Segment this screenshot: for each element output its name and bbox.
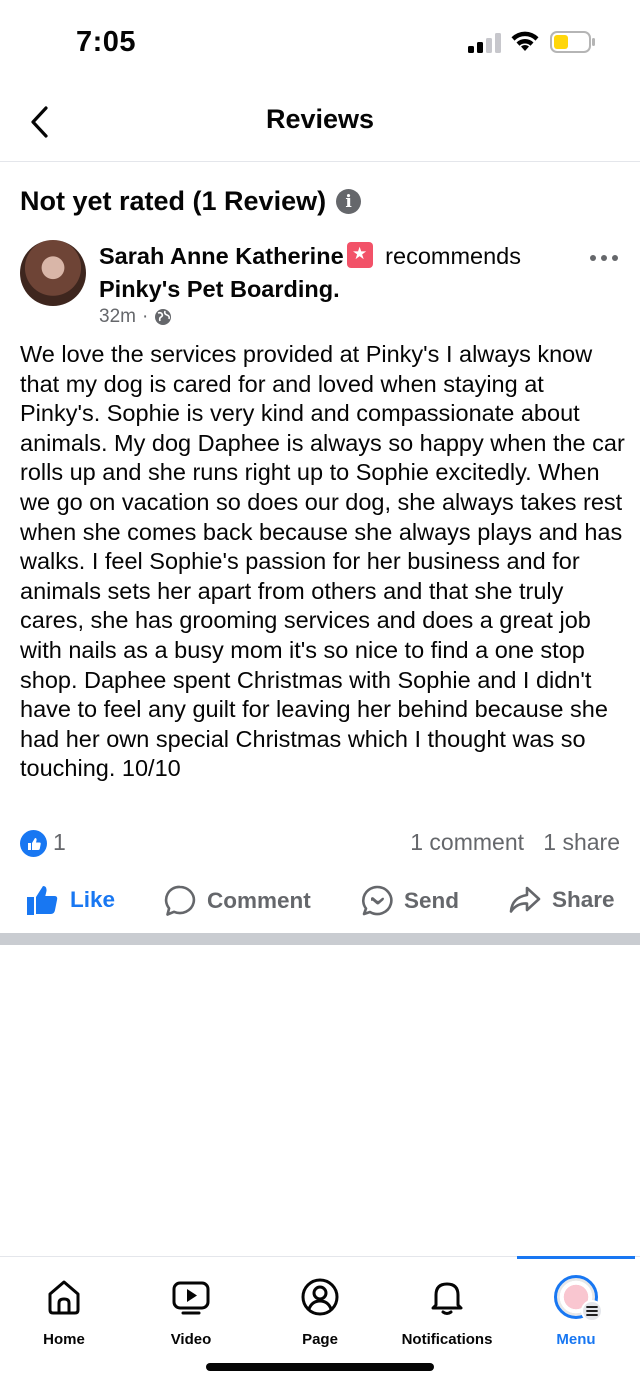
nav-page-label: Page [302,1331,338,1348]
send-label: Send [404,888,460,913]
comment-label: Comment [207,888,311,913]
wifi-icon [511,31,539,51]
avatar[interactable] [20,240,86,306]
rating-heading-text: Not yet rated (1 Review) [20,186,327,216]
status-time: 7:05 [76,26,137,58]
reaction-count[interactable]: 1 [53,829,66,856]
home-indicator [206,1363,434,1371]
messenger-icon [361,885,393,916]
rating-heading: Not yet rated (1 Review) i [20,186,362,217]
battery-icon [550,31,595,53]
recommends-text: recommends [385,243,521,269]
nav-active-indicator [517,1256,635,1259]
nav-video[interactable]: Video [131,1275,251,1348]
post-body: We love the services provided at Pinky's… [20,341,625,782]
comment-icon [164,885,196,916]
hamburger-icon [581,1300,603,1322]
nav-page[interactable]: Page [260,1275,380,1348]
status-bar: 7:05 [0,0,640,80]
comment-count[interactable]: 1 comment [410,829,524,856]
share-count[interactable]: 1 share [543,829,620,856]
thumbs-up-icon [27,837,41,850]
share-label: Share [552,887,615,912]
info-icon[interactable]: i [336,189,362,214]
send-button[interactable]: Send [360,884,459,918]
reactions-row: 1 1 comment 1 share [20,828,620,858]
page-name-link[interactable]: Pinky's Pet Boarding. [99,276,340,302]
share-icon [509,886,541,913]
like-reaction-icon[interactable] [20,830,47,857]
page-title: Reviews [265,104,375,134]
profile-icon [301,1278,339,1316]
nav-notifications[interactable]: Notifications [387,1275,507,1348]
meta-separator: · [141,306,149,327]
like-label: Like [70,887,116,912]
post-author-line: Sarah Anne Katherine recommends Pinky's … [99,240,569,306]
signal-icon [468,33,502,53]
menu-avatar [554,1275,603,1322]
bell-icon [431,1282,463,1315]
more-options-button[interactable] [584,246,624,270]
nav-notifications-label: Notifications [401,1331,493,1348]
like-button[interactable]: Like [26,884,115,916]
home-icon [48,1280,80,1315]
nav-video-label: Video [170,1331,212,1348]
nav-menu-label: Menu [556,1331,596,1348]
video-icon [172,1281,210,1315]
globe-icon [155,309,172,325]
thumbs-up-icon [27,886,58,915]
nav-home-label: Home [43,1331,85,1348]
post-actions: Like Comment Send Share [0,876,640,926]
post-meta: 32m · [99,306,172,328]
comment-button[interactable]: Comment [163,884,311,918]
nav-home[interactable]: Home [4,1275,124,1348]
header: Reviews [0,82,640,162]
star-badge-icon [346,242,373,268]
nav-menu[interactable]: Menu [516,1275,636,1348]
author-name[interactable]: Sarah Anne Katherine [99,243,344,269]
post-time: 32m [99,306,136,327]
section-divider [0,933,640,945]
share-button[interactable]: Share [508,884,615,916]
